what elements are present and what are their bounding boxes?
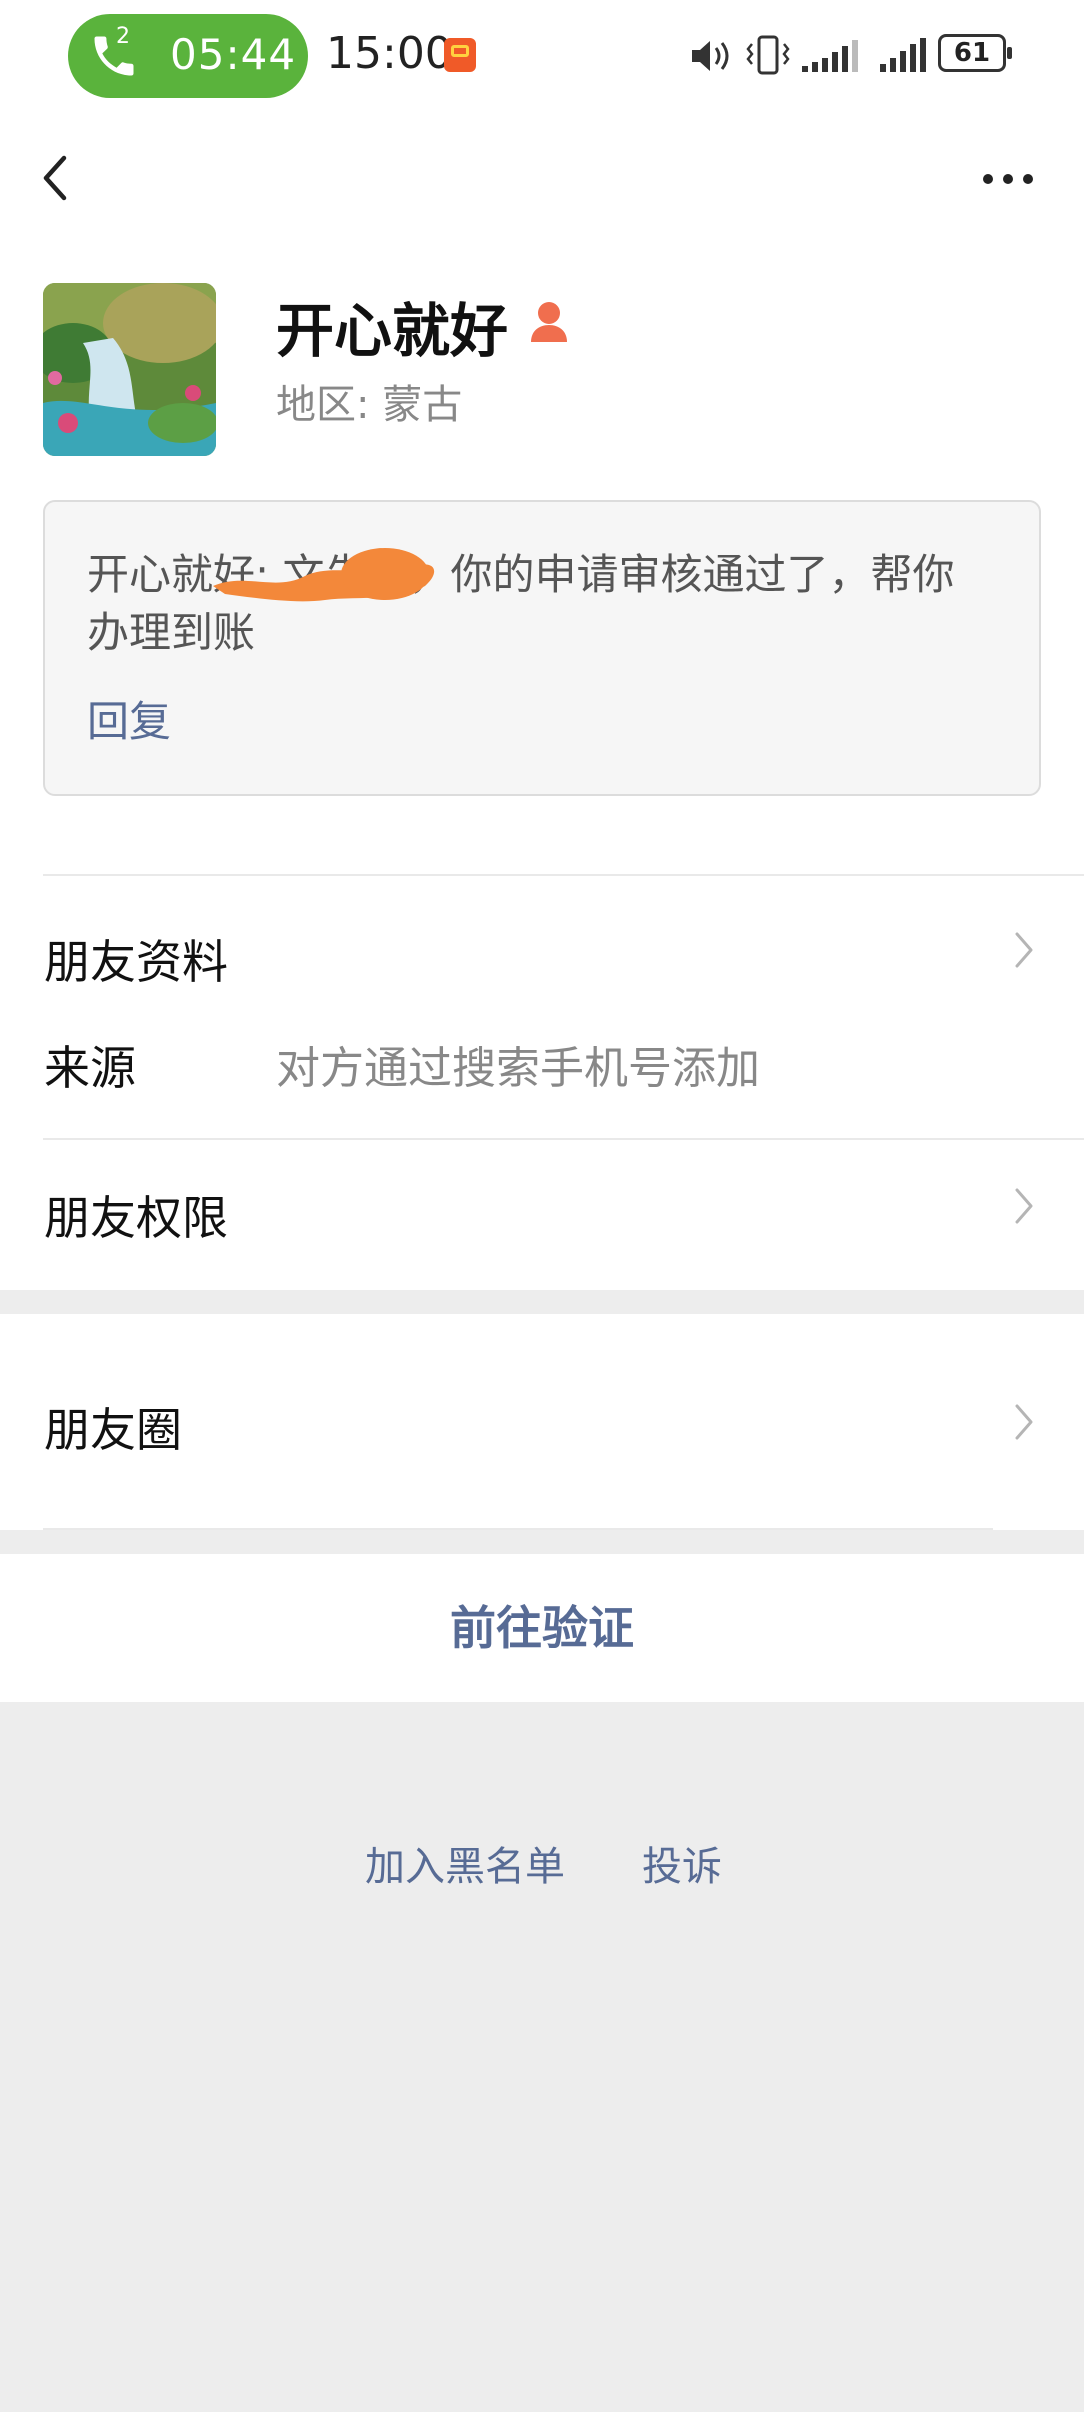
navigation-bar [0,112,1084,240]
battery-indicator: 61 [938,34,1012,72]
bottom-actions: 加入黑名单 投诉 [0,1834,1084,1894]
moments-label: 朋友圈 [44,1403,182,1457]
chevron-right-icon [1015,1404,1033,1440]
source-label: 来源 [44,1041,136,1095]
go-verify-button[interactable]: 前往验证 [0,1554,1084,1702]
signal-icon-2 [880,38,926,72]
more-options-icon[interactable] [970,154,1060,204]
friend-profile-label: 朋友资料 [44,935,228,989]
nickname: 开心就好 [276,297,509,365]
moments-row[interactable]: 朋友圈 [0,1314,1084,1530]
profile-info-list: 朋友资料 来源 对方通过搜索手机号添加 朋友权限 [0,874,1084,1290]
phone-icon [94,36,134,76]
female-gender-icon [531,302,567,342]
avatar[interactable] [43,283,216,456]
region-label: 地区: 蒙古 [276,382,463,428]
friend-permissions-row[interactable]: 朋友权限 [0,1140,1084,1290]
back-arrow-icon[interactable] [30,142,90,212]
profile-header: 开心就好 地区: 蒙古 开心就好: 文先生，你的申请审核通过了，帮你办理到账 回… [0,240,1084,874]
status-bar: 2 05:44 15:00 61 [0,0,1084,112]
speaker-icon [692,41,729,71]
chevron-right-icon [1015,1188,1033,1224]
add-to-blacklist-link[interactable]: 加入黑名单 [365,1834,565,1892]
report-link[interactable]: 投诉 [642,1834,722,1892]
vibrate-icon [746,35,790,75]
friend-permissions-label: 朋友权限 [44,1191,228,1245]
ongoing-call-pill[interactable]: 2 05:44 [68,14,308,98]
divider [43,1528,993,1530]
call-timer: 05:44 [170,30,297,79]
reply-link[interactable]: 回复 [87,688,171,749]
redaction-scribble [213,548,435,602]
source-row: 来源 对方通过搜索手机号添加 [0,1024,1084,1095]
friend-profile-row[interactable]: 朋友资料 [0,874,1084,989]
verification-message-box: 开心就好: 文先生，你的申请审核通过了，帮你办理到账 回复 [43,500,1041,796]
moments-section: 朋友圈 [0,1314,1084,1530]
clock: 15:00 [326,28,453,79]
call-count-badge: 2 [116,24,130,49]
source-value: 对方通过搜索手机号添加 [276,1043,760,1094]
verify-section: 前往验证 [0,1554,1084,1702]
notification-app-icon [444,38,476,72]
signal-icon-1 [802,40,858,72]
chevron-right-icon [1015,932,1033,968]
